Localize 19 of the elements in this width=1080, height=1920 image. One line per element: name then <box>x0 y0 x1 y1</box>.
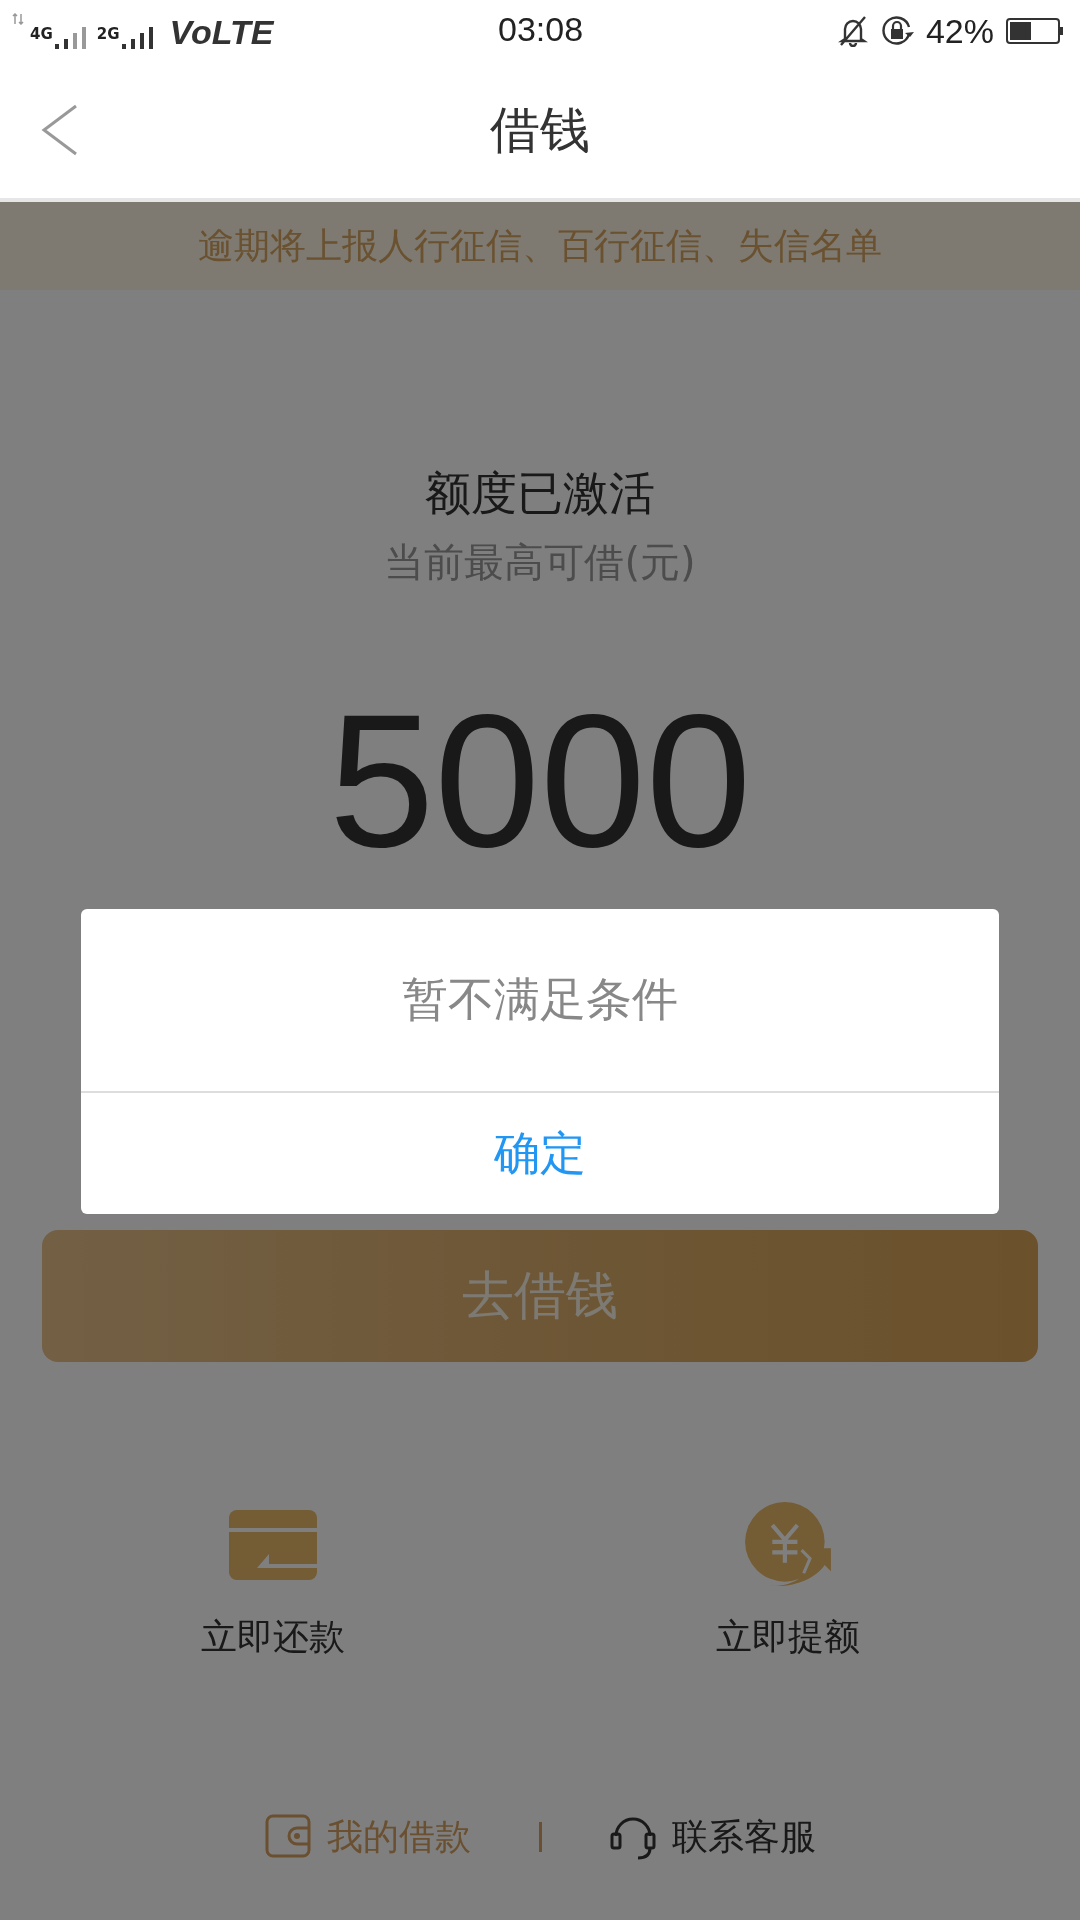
page-title: 借钱 <box>490 99 590 161</box>
wallet-icon <box>264 1814 311 1860</box>
data-arrows-icon <box>12 13 24 25</box>
notice-text: 逾期将上报人行征信、百行征信、失信名单 <box>198 223 882 268</box>
battery-percent: 42% <box>925 11 994 51</box>
network-type: 2G <box>96 27 120 42</box>
action-link[interactable]: 立即还款 <box>201 1612 345 1662</box>
battery-icon <box>1006 18 1064 44</box>
dialog-message: 暂不满足条件 <box>402 971 678 1028</box>
footer-link[interactable]: 联系客服 <box>671 1812 816 1862</box>
credit-status: 额度已激活 <box>425 465 655 521</box>
network-type: 4G <box>30 27 53 42</box>
confirm-button[interactable]: 确定 <box>81 1093 999 1214</box>
rotation-lock-icon <box>879 14 914 48</box>
clock: 03:08 <box>498 10 584 49</box>
credit-amount: 5000 <box>328 680 752 880</box>
muted-bell-icon <box>837 15 868 47</box>
action-link[interactable]: 立即提额 <box>716 1612 860 1662</box>
volte-label: VoLTE <box>169 15 274 49</box>
